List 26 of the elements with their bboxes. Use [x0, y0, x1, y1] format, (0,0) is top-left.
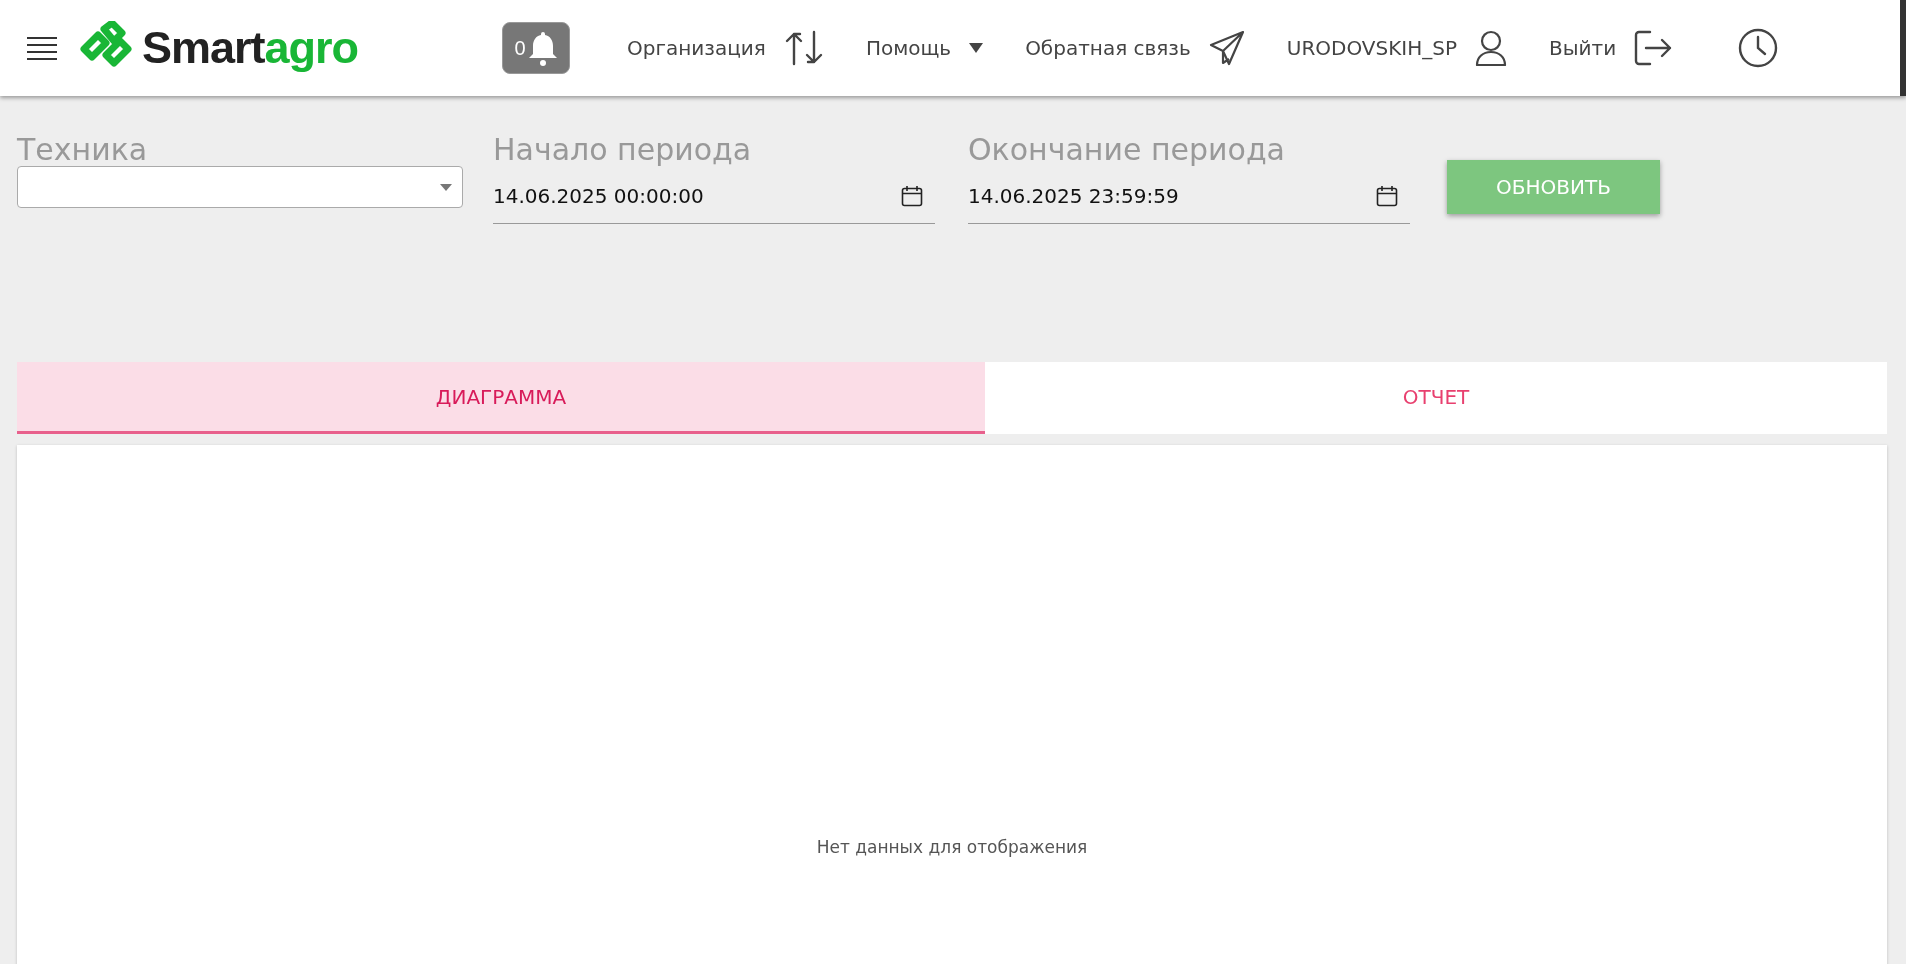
nav-item[interactable]: Организация [627, 30, 824, 66]
field-label: Техника [17, 132, 149, 168]
nav-item[interactable]: Помощь [865, 36, 984, 60]
notifications-button[interactable]: 0 [502, 22, 571, 74]
swap-arrows-icon [783, 30, 824, 66]
calendar-icon[interactable] [901, 184, 923, 207]
caret-icon [969, 43, 984, 53]
empty-message: Нет данных для отображения [816, 837, 1088, 857]
caret-icon [440, 183, 452, 191]
date-input-field[interactable]: 14.06.2025 00:00:00 [493, 183, 704, 208]
send-icon [1208, 30, 1245, 66]
user-icon [1475, 30, 1508, 66]
field-label: Начало периода [493, 132, 753, 168]
clock-icon[interactable] [1738, 28, 1779, 68]
menu-icon[interactable] [26, 36, 58, 60]
nav-item[interactable]: Обратная связь [1025, 30, 1245, 66]
tab[interactable]: ОТЧЕТ [985, 362, 1887, 434]
tab[interactable]: ДИАГРАММА [17, 362, 985, 434]
nav-item[interactable]: URODOVSKIH_SP [1286, 30, 1508, 66]
date-input-field[interactable]: 14.06.2025 23:59:59 [968, 183, 1179, 208]
nav-item[interactable]: Выйти [1549, 30, 1673, 66]
calendar-icon[interactable] [1376, 184, 1398, 207]
logo-text: Smartagro [142, 22, 359, 74]
field-label: Окончание периода [968, 132, 1286, 168]
logout-icon [1634, 30, 1673, 66]
bell-icon [527, 30, 558, 66]
